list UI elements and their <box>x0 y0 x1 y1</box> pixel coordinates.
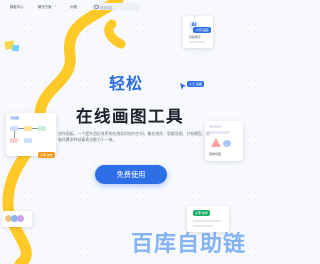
flowchart-card: 流程图 <box>6 113 56 156</box>
placeholder-line <box>189 41 205 43</box>
search-input[interactable]: 搜索模板 <box>91 3 141 10</box>
collaborator-tag: 小王·画图 <box>187 81 204 87</box>
free-trial-button[interactable]: 免费使用 <box>95 165 167 184</box>
flow-node <box>38 126 46 131</box>
search-placeholder: 搜索模板 <box>100 5 113 10</box>
avatar <box>17 215 24 222</box>
placeholder-line <box>209 131 229 134</box>
collaborator-tag: 小明·画图 <box>193 27 211 33</box>
nav-item-pricing[interactable]: 价格 <box>70 4 77 9</box>
watermark: 百库自助链 <box>131 232 247 257</box>
ai-card-label: 智能助手 <box>189 35 202 39</box>
mindmap-card-label: 思维导图 <box>209 152 222 156</box>
placeholder-line <box>193 220 221 222</box>
nav-item-solutions[interactable]: 解决方案 <box>38 4 52 9</box>
collaborator-tag: 小李·协作 <box>193 210 210 216</box>
collaborator-tag: 小李·协作 <box>38 152 55 158</box>
flow-node <box>24 126 32 131</box>
flow-node <box>10 138 18 143</box>
flow-edge <box>18 128 24 129</box>
cursor-icon <box>180 83 186 90</box>
hero-description: 协作画板，一个提升团队效率的在线实时协作空间，集在线作、思维导图、分析模型、头脑… <box>58 131 210 143</box>
placeholder-line <box>209 125 221 128</box>
mindmap-card: 思维导图 <box>205 121 243 161</box>
sticky-note <box>11 44 20 52</box>
top-nav: 模板中心 解决方案 ▾ 价格 搜索模板 <box>0 0 261 14</box>
circle-shape-icon <box>223 140 231 147</box>
search-icon <box>94 4 99 10</box>
nav-item-templates[interactable]: 模板中心 <box>10 4 24 9</box>
flow-node <box>24 138 32 143</box>
flowchart-card-title: 流程图 <box>10 116 20 120</box>
hero-title: 在线画图工具 <box>76 107 184 126</box>
flow-edge <box>14 131 15 138</box>
chevron-down-icon[interactable]: ▾ <box>55 4 57 8</box>
flow-edge <box>32 128 38 129</box>
avatars-card <box>2 211 32 227</box>
hero-headline: 轻松 <box>109 74 144 93</box>
page: 模板中心 解决方案 ▾ 价格 搜索模板 AI 智能助手 小明·画图 小王·画图 … <box>0 0 261 264</box>
triangle-shape-icon <box>211 138 221 147</box>
